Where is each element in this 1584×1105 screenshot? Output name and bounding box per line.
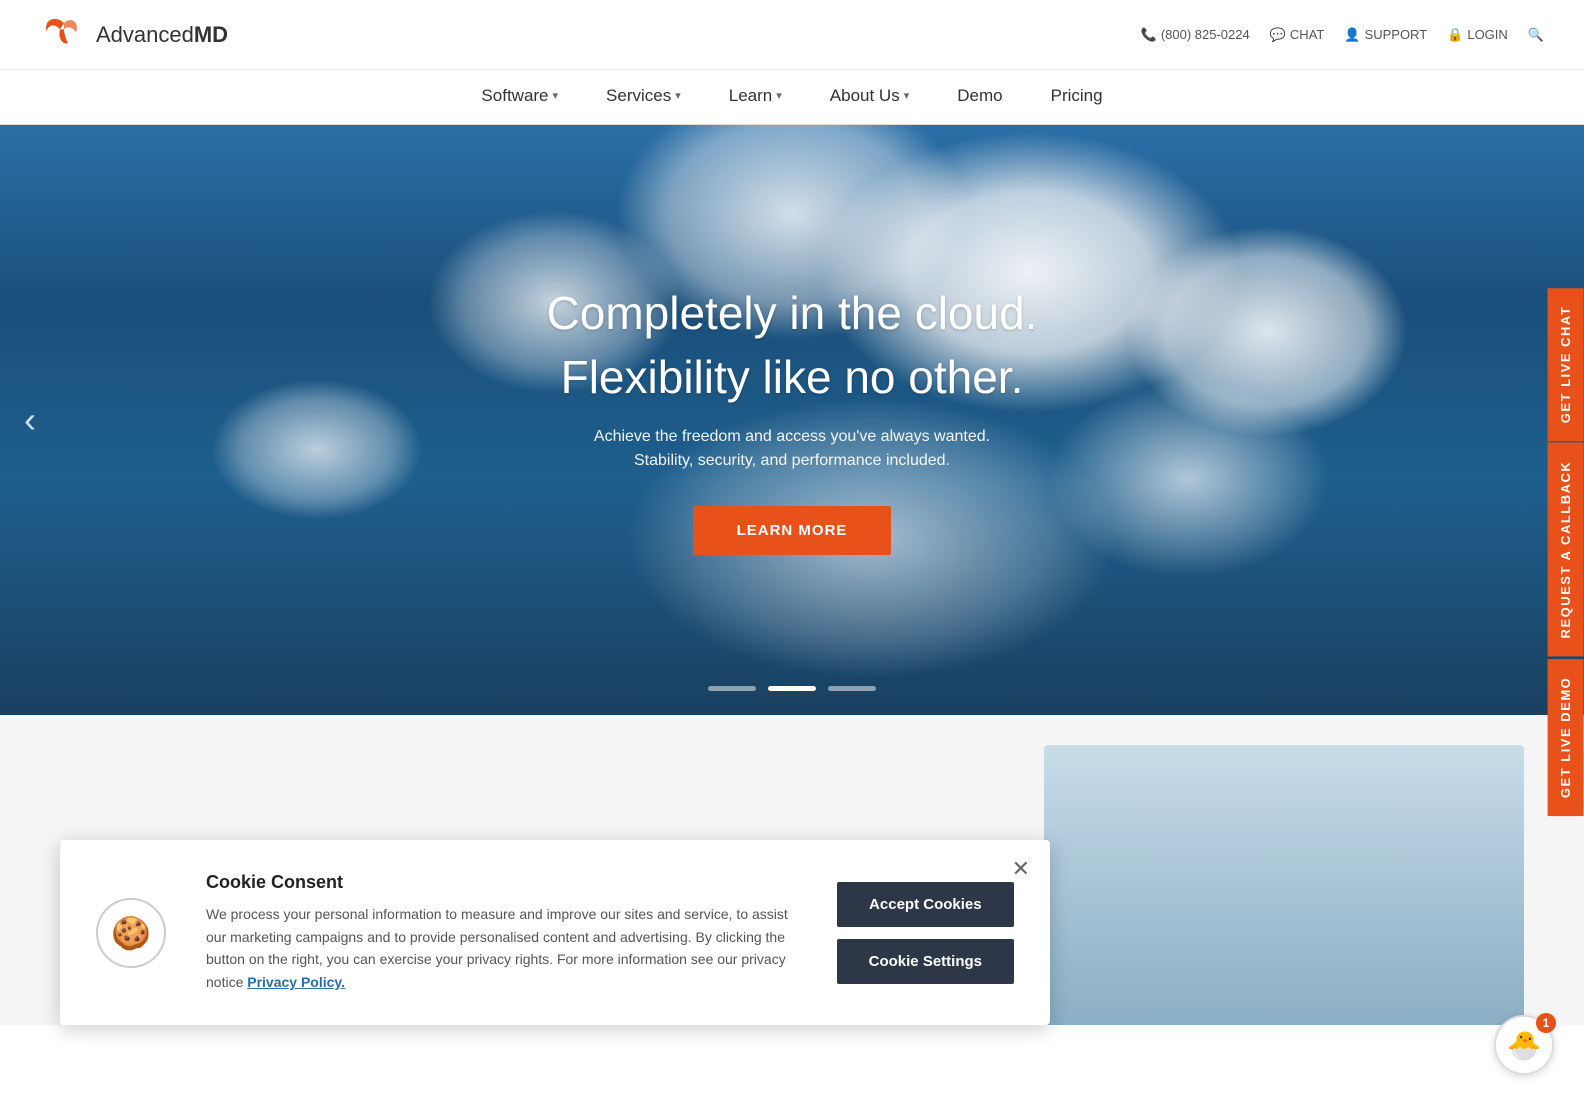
logo[interactable]: AdvancedMD [40, 11, 228, 59]
hero-subtitle-line2: Stability, security, and performance inc… [547, 452, 1038, 470]
dot-1[interactable] [708, 686, 756, 691]
nav-bar: Software ▾ Services ▾ Learn ▾ About Us ▾… [0, 70, 1584, 125]
search-link[interactable]: 🔍 [1528, 27, 1544, 43]
support-link[interactable]: 👤 SUPPORT [1344, 27, 1427, 43]
top-bar: AdvancedMD 📞 (800) 825-0224 💬 CHAT 👤 SUP… [0, 0, 1584, 70]
support-icon: 👤 [1344, 27, 1360, 43]
nav-about[interactable]: About Us ▾ [826, 70, 913, 125]
cookie-text: We process your personal information to … [206, 903, 797, 993]
chevron-down-icon: ▾ [904, 89, 910, 102]
cookie-icon: 🍪 [96, 898, 166, 968]
below-hero-image [1044, 745, 1524, 1025]
phone-icon: 📞 [1141, 27, 1157, 43]
hero-section: ‹ Completely in the cloud. Flexibility l… [0, 125, 1584, 715]
hero-prev-arrow[interactable]: ‹ [24, 399, 36, 441]
lock-icon: 🔒 [1447, 27, 1463, 43]
side-buttons: GET LIVE CHAT REQUEST A CALLBACK GET LIV… [1548, 287, 1584, 818]
cookie-consent-dialog: ✕ 🍪 Cookie Consent We process your perso… [60, 840, 1050, 1025]
notification-badge[interactable]: 🐣 1 [1494, 1015, 1554, 1075]
cookie-body: Cookie Consent We process your personal … [206, 872, 797, 993]
get-live-chat-button[interactable]: GET LIVE CHAT [1548, 287, 1584, 440]
cookie-close-button[interactable]: ✕ [1012, 856, 1030, 882]
notification-icon: 🐣 1 [1494, 1015, 1554, 1075]
dot-3[interactable] [828, 686, 876, 691]
hero-dots [708, 686, 876, 691]
chat-link[interactable]: 💬 CHAT [1270, 27, 1325, 43]
logo-icon [40, 11, 88, 59]
hero-subtitle-line1: Achieve the freedom and access you've al… [547, 428, 1038, 446]
nav-software[interactable]: Software ▾ [477, 70, 562, 125]
cookie-title: Cookie Consent [206, 872, 797, 893]
accept-cookies-button[interactable]: Accept Cookies [837, 882, 1014, 927]
chat-icon: 💬 [1270, 27, 1286, 43]
request-callback-button[interactable]: REQUEST A CALLBACK [1548, 443, 1584, 657]
nav-demo[interactable]: Demo [953, 70, 1006, 125]
privacy-policy-link[interactable]: Privacy Policy. [247, 974, 345, 990]
hero-cta-button[interactable]: LEARN MORE [693, 506, 892, 555]
phone-link[interactable]: 📞 (800) 825-0224 [1141, 27, 1250, 43]
hero-content: Completely in the cloud. Flexibility lik… [547, 286, 1038, 555]
notification-count: 1 [1536, 1013, 1556, 1033]
nav-pricing[interactable]: Pricing [1047, 70, 1107, 125]
below-hero-img-placeholder [1044, 745, 1524, 1025]
top-right-links: 📞 (800) 825-0224 💬 CHAT 👤 SUPPORT 🔒 LOGI… [1141, 27, 1544, 43]
hero-title-line2: Flexibility like no other. [547, 350, 1038, 404]
cookie-settings-button[interactable]: Cookie Settings [837, 939, 1014, 984]
chevron-down-icon: ▾ [776, 89, 782, 102]
get-live-demo-button[interactable]: GET LIVE DEMO [1548, 658, 1584, 815]
login-link[interactable]: 🔒 LOGIN [1447, 27, 1508, 43]
hero-title-line1: Completely in the cloud. [547, 286, 1038, 340]
chevron-down-icon: ▾ [553, 89, 559, 102]
chevron-down-icon: ▾ [675, 89, 681, 102]
search-icon: 🔍 [1528, 27, 1544, 43]
dot-2[interactable] [768, 686, 816, 691]
nav-learn[interactable]: Learn ▾ [725, 70, 786, 125]
nav-services[interactable]: Services ▾ [602, 70, 685, 125]
cookie-actions: Accept Cookies Cookie Settings [837, 882, 1014, 984]
